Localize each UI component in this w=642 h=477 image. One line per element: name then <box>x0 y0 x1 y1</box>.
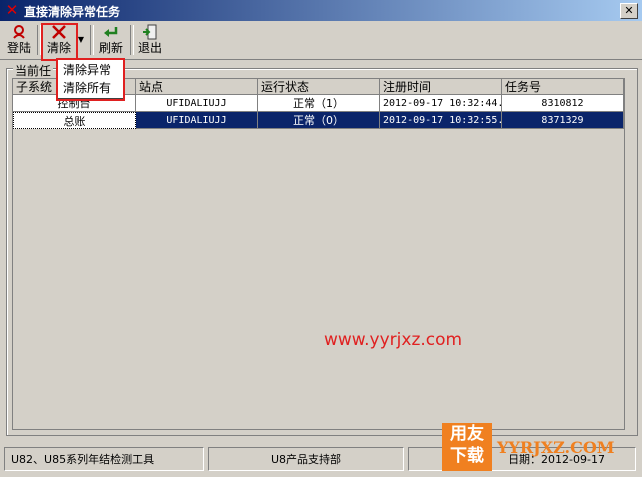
task-table[interactable]: 子系统 站点 运行状态 注册时间 任务号 控制台 UFIDALIUJJ 正常（1… <box>12 78 625 430</box>
table-row-1-register-time[interactable]: 2012-09-17 10:32:55. <box>380 112 502 129</box>
exit-label: 退出 <box>137 41 162 55</box>
table-row-1-subsystem[interactable]: 总账 <box>13 112 136 129</box>
status-panel-dept: U8产品支持部 <box>208 447 404 471</box>
menu-highlight <box>56 58 125 101</box>
logo-url: YYRJXZ.COM <box>497 438 615 457</box>
table-row-1-status[interactable]: 正常（0） <box>258 112 380 129</box>
clear-button-highlight <box>41 23 78 61</box>
column-header-register-time[interactable]: 注册时间 <box>380 79 502 95</box>
app-x-icon: ✕ <box>5 1 19 19</box>
window-title: 直接清除异常任务 <box>24 5 121 19</box>
exit-button[interactable]: 退出 <box>135 23 165 57</box>
login-button[interactable]: 登陆 <box>4 23 34 57</box>
table-row-1-site[interactable]: UFIDALIUJJ <box>136 112 258 129</box>
table-row-0-site[interactable]: UFIDALIUJJ <box>136 95 258 112</box>
close-button[interactable]: ✕ <box>620 3 638 19</box>
brand-logo: 用友 下载 <box>442 423 492 471</box>
table-row-0-task-id[interactable]: 8310812 <box>502 95 624 112</box>
refresh-button[interactable]: 刷新 <box>96 23 126 57</box>
logo-line2: 下载 <box>450 446 484 466</box>
table-row-0-register-time[interactable]: 2012-09-17 10:32:44. <box>380 95 502 112</box>
toolbar-separator <box>130 25 134 55</box>
refresh-label: 刷新 <box>98 41 123 55</box>
column-header-status[interactable]: 运行状态 <box>258 79 380 95</box>
toolbar: 登陆 清除 ▼ 刷新 退出 <box>0 21 642 60</box>
watermark-text: www.yyrjxz.com <box>324 330 463 350</box>
status-panel-tool: U82、U85系列年结检测工具 <box>4 447 204 471</box>
login-icon <box>4 23 34 41</box>
column-header-task-id[interactable]: 任务号 <box>502 79 624 95</box>
login-label: 登陆 <box>6 41 31 55</box>
title-bar[interactable]: ✕ 直接清除异常任务 ✕ <box>0 0 642 21</box>
refresh-arrow-icon <box>96 23 126 41</box>
exit-door-icon <box>135 23 165 41</box>
toolbar-separator <box>90 25 94 55</box>
group-label: 当前任 <box>13 62 54 79</box>
column-header-site[interactable]: 站点 <box>136 79 258 95</box>
logo-line1: 用友 <box>450 424 484 444</box>
table-row-0-status[interactable]: 正常（1） <box>258 95 380 112</box>
table-row-1-task-id[interactable]: 8371329 <box>502 112 624 129</box>
